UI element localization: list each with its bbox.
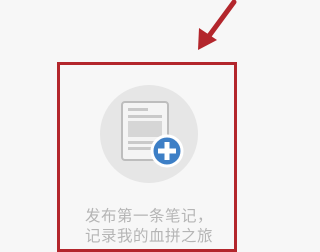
notes-empty-panel: 发布第一条笔记， 记录我的血拼之旅: [0, 0, 283, 252]
empty-state-line-1: 发布第一条笔记，: [84, 207, 213, 225]
annotation-arrow-icon: [198, 0, 237, 50]
note-document-icon[interactable]: [120, 100, 186, 170]
empty-state-message: 发布第一条笔记， 记录我的血拼之旅: [64, 206, 234, 246]
empty-state-line-2: 记录我的血拼之旅: [84, 227, 213, 245]
add-plus-icon[interactable]: [150, 134, 184, 168]
